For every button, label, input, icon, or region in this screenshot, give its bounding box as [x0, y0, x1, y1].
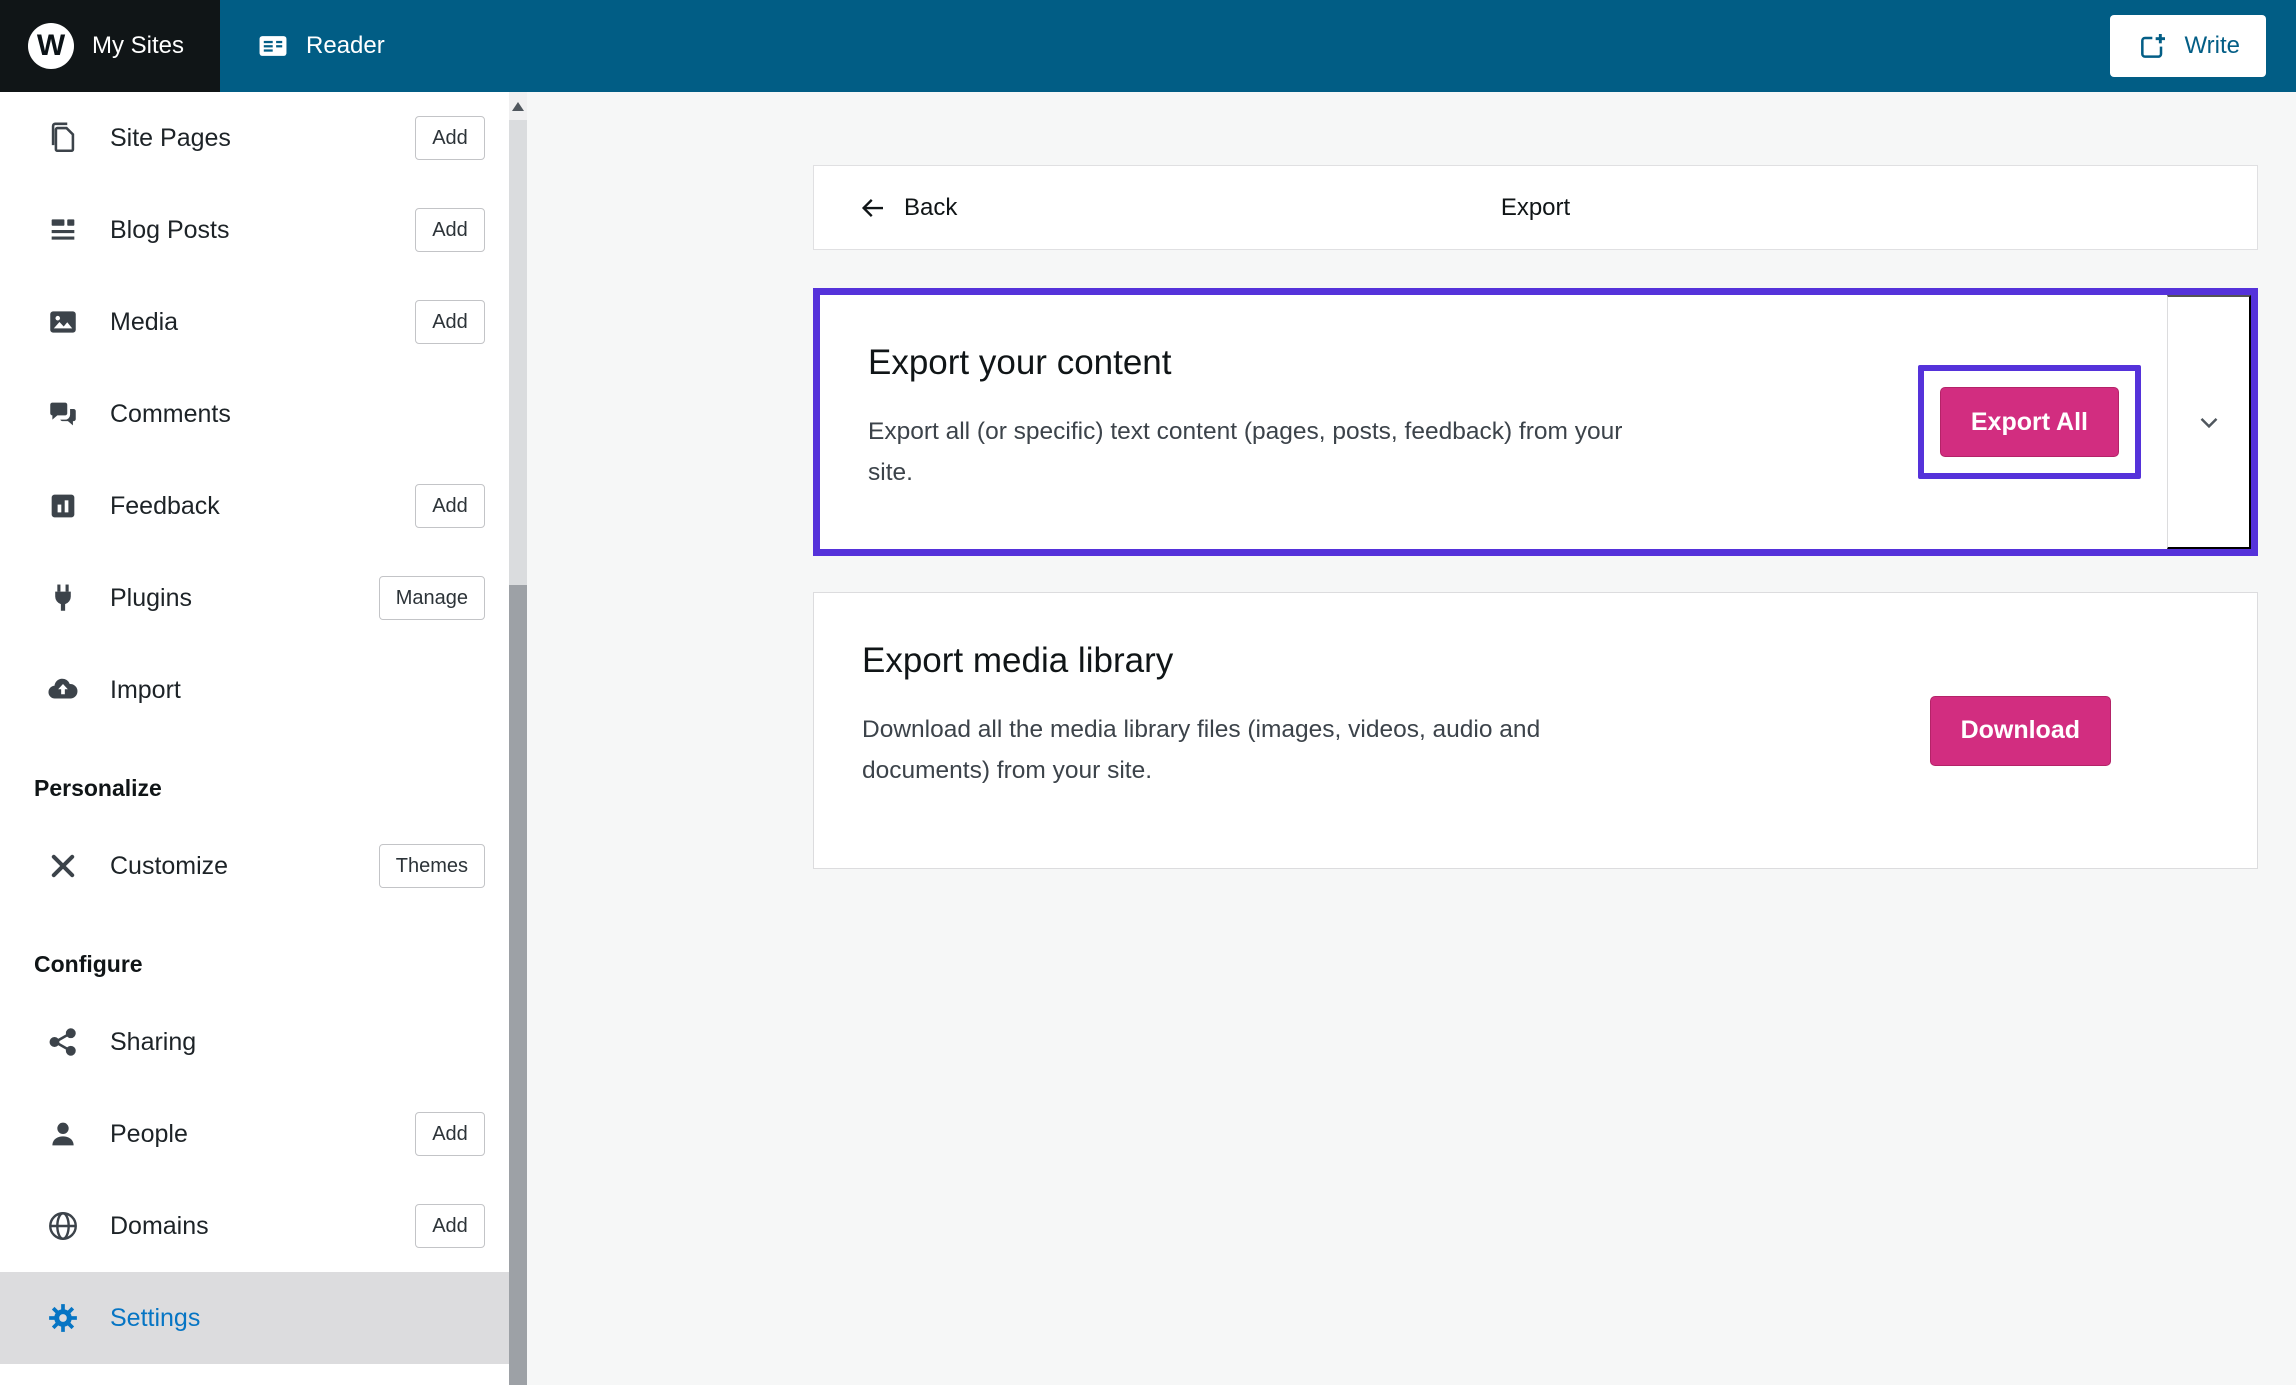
my-sites-label: My Sites	[92, 32, 185, 59]
app-layout: Site Pages Add Blog Posts Add Media Add …	[0, 92, 2296, 1385]
chevron-down-icon	[2200, 417, 2217, 429]
sharing-icon	[46, 1025, 80, 1059]
sidebar-item-media[interactable]: Media Add	[0, 276, 509, 368]
sidebar-item-people[interactable]: People Add	[0, 1088, 509, 1180]
masthead: W My Sites Reader Write	[0, 0, 2296, 92]
site-pages-icon	[46, 121, 80, 155]
themes-button[interactable]: Themes	[378, 844, 485, 888]
wordpress-logo-icon: W	[28, 23, 74, 69]
feedback-icon	[46, 489, 80, 523]
add-people-button[interactable]: Add	[415, 1112, 485, 1156]
add-post-button[interactable]: Add	[415, 208, 485, 252]
sidebar: Site Pages Add Blog Posts Add Media Add …	[0, 92, 527, 1385]
scrollbar-thumb[interactable]	[509, 585, 527, 1385]
main-content: Back Export Export your content Export a…	[527, 92, 2296, 1385]
sidebar-item-label: Comments	[110, 399, 231, 428]
annotation-box: Export All	[1917, 365, 2141, 479]
write-label: Write	[2184, 32, 2240, 59]
page-title: Export	[1500, 193, 1571, 221]
blog-posts-icon	[46, 213, 80, 247]
sidebar-item-label: Domains	[110, 1211, 209, 1240]
back-label: Back	[904, 193, 958, 221]
add-domain-button[interactable]: Add	[415, 1204, 485, 1248]
sidebar-item-settings[interactable]: Settings	[0, 1272, 509, 1364]
download-button[interactable]: Download	[1929, 695, 2111, 766]
sidebar-section-personalize: Personalize	[34, 775, 162, 801]
sidebar-item-customize[interactable]: Customize Themes	[0, 820, 509, 912]
export-all-button[interactable]: Export All	[1939, 387, 2119, 457]
export-media-title: Export media library	[862, 641, 1174, 680]
media-icon	[46, 305, 80, 339]
scroll-up-arrow-icon	[512, 101, 524, 111]
plugins-icon	[46, 581, 80, 615]
write-icon	[2136, 29, 2170, 63]
sidebar-item-label: Site Pages	[110, 123, 231, 152]
sidebar-item-comments[interactable]: Comments	[0, 368, 509, 460]
sidebar-section-configure: Configure	[34, 951, 143, 977]
sidebar-item-label: Settings	[110, 1303, 201, 1332]
sidebar-scrollbar[interactable]	[509, 92, 527, 1385]
export-media-body: Export media library Download all the me…	[814, 593, 1930, 868]
reader-label: Reader	[306, 32, 385, 59]
add-feedback-button[interactable]: Add	[415, 484, 485, 528]
expand-export-options-button[interactable]	[2167, 295, 2251, 549]
scroll-up-button[interactable]	[509, 92, 527, 120]
add-media-button[interactable]: Add	[415, 300, 485, 344]
people-icon	[46, 1117, 80, 1151]
reader-nav[interactable]: Reader	[220, 0, 421, 92]
export-content-description: Export all (or specific) text content (p…	[868, 418, 1623, 487]
comments-icon	[46, 397, 80, 431]
sidebar-item-label: Import	[110, 675, 181, 704]
manage-plugins-button[interactable]: Manage	[378, 576, 485, 620]
add-pages-button[interactable]: Add	[415, 116, 485, 160]
sidebar-item-site-pages[interactable]: Site Pages Add	[0, 92, 509, 184]
export-content-action: Export All	[1917, 295, 2167, 549]
customize-icon	[46, 849, 80, 883]
sidebar-item-label: Sharing	[110, 1027, 197, 1056]
domains-icon	[46, 1209, 80, 1243]
sidebar-item-plugins[interactable]: Plugins Manage	[0, 552, 509, 644]
export-media-action: Download	[1929, 593, 2257, 868]
sidebar-item-label: Feedback	[110, 491, 220, 520]
sidebar-item-domains[interactable]: Domains Add	[0, 1180, 509, 1272]
write-button[interactable]: Write	[2110, 15, 2266, 77]
export-content-body: Export your content Export all (or speci…	[820, 295, 1918, 549]
export-content-title: Export your content	[868, 343, 1172, 382]
export-content-card: Export your content Export all (or speci…	[813, 288, 2258, 556]
my-sites-nav[interactable]: W My Sites	[0, 0, 221, 92]
page-header: Back Export	[813, 165, 2258, 250]
settings-gear-icon	[46, 1301, 80, 1335]
sidebar-item-label: Blog Posts	[110, 215, 230, 244]
sidebar-item-import[interactable]: Import	[0, 644, 509, 736]
sidebar-item-label: Customize	[110, 851, 229, 880]
export-media-card: Export media library Download all the me…	[813, 592, 2258, 869]
sidebar-item-label: Media	[110, 307, 179, 336]
import-icon	[46, 673, 80, 707]
sidebar-item-blog-posts[interactable]: Blog Posts Add	[0, 184, 509, 276]
reader-icon	[256, 29, 290, 63]
export-media-description: Download all the media library files (im…	[862, 716, 1541, 785]
sidebar-item-sharing[interactable]: Sharing	[0, 996, 509, 1088]
back-button[interactable]: Back	[858, 193, 957, 223]
sidebar-item-label: People	[110, 1119, 188, 1148]
sidebar-item-label: Plugins	[110, 583, 192, 612]
back-arrow-icon	[861, 198, 883, 217]
sidebar-item-feedback[interactable]: Feedback Add	[0, 460, 509, 552]
